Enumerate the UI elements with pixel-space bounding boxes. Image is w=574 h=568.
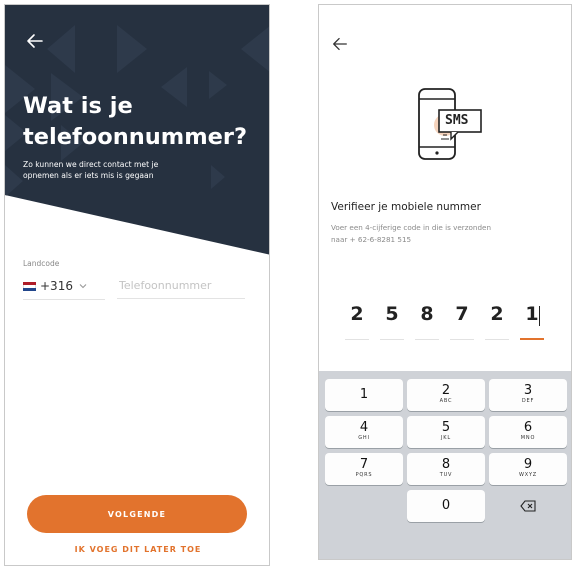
add-later-link[interactable]: IK VOEG DIT LATER TOE (5, 545, 269, 554)
key-letters: DEF (521, 398, 535, 404)
key-number: 4 (359, 420, 369, 435)
key-number: 3 (523, 383, 533, 398)
verify-subtitle-line-1: Voer een 4-cijferige code in die is verz… (331, 223, 492, 232)
title-line-1: Wat is je (23, 93, 133, 119)
numeric-keypad: 1 2 ABC 3 DEF 4 GHI 5 JKL 6 MNO 7 PQRS 8 TUV 9 WXYZ 0 (319, 371, 571, 559)
sms-label: SMS (445, 113, 469, 128)
key-letters: GHI (358, 435, 370, 441)
code-underline (450, 339, 474, 340)
key-number: 0 (441, 498, 451, 513)
code-underline-active (520, 338, 544, 340)
key-number: 6 (523, 420, 533, 435)
code-digit: 8 (420, 303, 434, 325)
subtitle-line-1: Zo kunnen we direct contact met je (23, 160, 159, 169)
key-3[interactable]: 3 DEF (489, 379, 567, 411)
key-number: 9 (523, 457, 533, 472)
back-arrow-icon[interactable] (331, 35, 349, 53)
verify-subtitle: Voer een 4-cijferige code in die is verz… (331, 222, 556, 246)
code-underline (345, 339, 369, 340)
subtitle-line-2: opnemen als er iets mis is gegaan (23, 171, 154, 180)
page-title: Wat is je telefoonnummer? (23, 91, 247, 153)
title-line-2: telefoonnummer? (23, 124, 248, 150)
key-6[interactable]: 6 MNO (489, 416, 567, 448)
code-digit: 5 (385, 303, 399, 325)
key-number: 8 (441, 457, 451, 472)
verification-code-input[interactable]: 258721 (343, 303, 553, 343)
key-letters: ABC (439, 398, 453, 404)
code-underline (485, 339, 509, 340)
key-letters: WXYZ (518, 472, 538, 478)
backspace-icon (520, 500, 536, 512)
delete-key[interactable] (489, 490, 567, 522)
key-5[interactable]: 5 JKL (407, 416, 485, 448)
chevron-down-icon (79, 284, 87, 289)
key-letters: MNO (520, 435, 536, 441)
code-underline (415, 339, 439, 340)
country-code-select[interactable]: +316 (23, 273, 105, 300)
key-0[interactable]: 0 (407, 490, 485, 522)
sms-phone-illustration: SMS (411, 87, 491, 163)
sms-verify-screen: SMS Verifieer je mobiele nummer Voer een… (318, 4, 572, 560)
key-number: 2 (441, 383, 451, 398)
country-code-value: +316 (40, 279, 73, 293)
key-9[interactable]: 9 WXYZ (489, 453, 567, 485)
page-subtitle: Zo kunnen we direct contact met je opneme… (23, 159, 223, 181)
key-number: 7 (359, 457, 369, 472)
key-7[interactable]: 7 PQRS (325, 453, 403, 485)
phone-number-input[interactable] (117, 273, 245, 299)
next-button[interactable]: VOLGENDE (27, 495, 247, 533)
key-1[interactable]: 1 (325, 379, 403, 411)
key-number: 5 (441, 420, 451, 435)
phone-entry-screen: Wat is je telefoonnummer? Zo kunnen we di… (4, 4, 270, 566)
back-arrow-icon[interactable] (25, 31, 45, 51)
verify-title: Verifieer je mobiele nummer (331, 201, 481, 213)
code-digit: 7 (455, 303, 469, 325)
netherlands-flag-icon (23, 281, 36, 291)
code-underline (380, 339, 404, 340)
key-letters: TUV (439, 472, 453, 478)
key-letters: JKL (441, 435, 451, 441)
hero-header: Wat is je telefoonnummer? Zo kunnen we di… (5, 5, 269, 255)
key-4[interactable]: 4 GHI (325, 416, 403, 448)
key-letters: PQRS (355, 472, 373, 478)
verify-subtitle-line-2: naar + 62-6-8281 515 (331, 235, 412, 244)
code-digit: 1 (525, 303, 539, 325)
text-caret (539, 306, 541, 326)
code-digit: 2 (350, 303, 364, 325)
country-code-label: Landcode (23, 259, 60, 268)
key-number: 1 (359, 387, 369, 402)
key-8[interactable]: 8 TUV (407, 453, 485, 485)
code-digit: 2 (490, 303, 504, 325)
key-2[interactable]: 2 ABC (407, 379, 485, 411)
